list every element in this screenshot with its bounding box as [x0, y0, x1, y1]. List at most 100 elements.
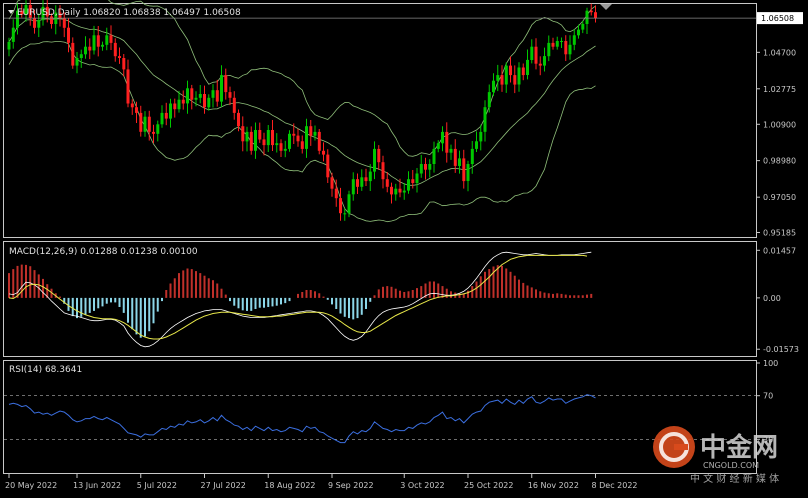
- candle-body: [152, 131, 155, 134]
- candle-body: [313, 131, 317, 136]
- candle-body: [585, 10, 589, 24]
- candle-body: [334, 188, 338, 199]
- candle-body: [237, 112, 240, 127]
- candle-body: [500, 75, 504, 85]
- candle-body: [368, 171, 372, 182]
- candle-body: [373, 148, 376, 172]
- candle-body: [160, 112, 164, 125]
- candle-body: [496, 75, 500, 81]
- price-tick-label: 1.02775: [763, 85, 796, 94]
- rsi-tick-label: 70: [763, 392, 773, 401]
- candle-body: [343, 213, 347, 215]
- candle-body: [560, 41, 563, 42]
- candle-body: [453, 148, 457, 166]
- date-tick-label: 27 Jul 2022: [201, 481, 246, 490]
- candle-body: [487, 92, 491, 108]
- date-tick-label: 3 Oct 2022: [400, 481, 444, 490]
- candle-body: [101, 44, 104, 47]
- candle-body: [279, 143, 283, 151]
- candle-body: [164, 112, 168, 119]
- candle-body: [156, 124, 160, 134]
- candle-body: [177, 99, 181, 110]
- candle-body: [594, 12, 597, 19]
- candle-body: [415, 173, 419, 183]
- date-tick-label: 25 Oct 2022: [464, 481, 513, 490]
- candle-body: [547, 42, 551, 57]
- candle-body: [513, 75, 517, 85]
- candle-body: [288, 133, 291, 149]
- candle-body: [266, 130, 270, 146]
- date-tick-label: 20 May 2022: [5, 481, 57, 490]
- date-tick-label: 16 Nov 2022: [528, 481, 579, 490]
- candle-body: [143, 116, 147, 132]
- candle-body: [75, 58, 79, 66]
- candle-body: [105, 35, 109, 45]
- macd-tick-label: 0.00: [763, 294, 781, 303]
- rsi-tick-label: 100: [763, 359, 778, 368]
- candle-body: [394, 188, 398, 195]
- candle-body: [258, 130, 262, 140]
- candle-body: [538, 63, 542, 66]
- candle-body: [173, 103, 177, 110]
- candle-body: [254, 130, 257, 151]
- candle-body: [432, 148, 436, 164]
- watermark-brand: 中金网: [700, 432, 778, 463]
- candle-body: [224, 75, 228, 93]
- candle-body: [228, 92, 232, 98]
- watermark-tagline: 中 文 财 经 新 媒 体: [690, 472, 779, 485]
- macd-tick-label: 0.01457: [763, 246, 796, 255]
- candle-body: [249, 131, 253, 151]
- candle-body: [483, 107, 487, 132]
- date-tick-label: 18 Aug 2022: [264, 481, 315, 490]
- candle-body: [118, 56, 121, 58]
- candle-body: [449, 148, 453, 153]
- candle-body: [377, 148, 381, 163]
- candle-body: [169, 103, 172, 119]
- candle-body: [300, 141, 304, 149]
- candle-body: [351, 179, 355, 195]
- candle-body: [181, 99, 185, 104]
- candle-body: [458, 158, 461, 166]
- candle-body: [419, 164, 423, 174]
- candle-body: [517, 67, 521, 85]
- price-tick-label: 1.00900: [763, 120, 796, 129]
- candle-body: [317, 131, 321, 151]
- rsi-panel-title: RSI(14) 68.3641: [9, 365, 82, 375]
- candle-body: [215, 90, 219, 102]
- macd-panel-title: MACD(12,26,9) 0.01288 0.01238 0.00100: [9, 247, 198, 257]
- candle-body: [330, 177, 334, 189]
- candle-body: [339, 198, 342, 214]
- candle-body: [402, 190, 406, 193]
- candle-body: [398, 188, 402, 193]
- candle-body: [385, 179, 389, 187]
- candle-body: [521, 67, 525, 76]
- candle: [317, 129, 321, 155]
- candle-body: [96, 35, 100, 47]
- candle-body: [572, 35, 576, 45]
- candle-body: [207, 97, 211, 108]
- candle-body: [62, 18, 66, 28]
- candle-body: [220, 75, 223, 102]
- candle-body: [7, 41, 11, 50]
- trading-chart[interactable]: 0.95185 0.97050 0.98980 1.00900 1.02775 1.047…: [0, 0, 808, 498]
- candle-body: [232, 97, 236, 113]
- candle-body: [470, 148, 474, 164]
- current-price-label: 1.06508: [761, 14, 794, 23]
- candle-body: [424, 164, 427, 170]
- candle-body: [462, 158, 466, 182]
- macd-tick-label: -0.01573: [763, 345, 799, 354]
- candle-body: [390, 186, 393, 195]
- candle-body: [543, 56, 546, 66]
- candle-body: [194, 97, 198, 100]
- candle-body: [113, 42, 117, 57]
- candle-body: [411, 179, 415, 183]
- date-tick-label: 9 Sep 2022: [328, 481, 374, 490]
- candle-body: [67, 27, 70, 43]
- candle-body: [241, 126, 245, 142]
- candle-body: [88, 46, 92, 51]
- candle-body: [322, 150, 325, 155]
- price-panel-title: EURUSD,Daily 1.06820 1.06838 1.06497 1.0…: [17, 8, 241, 18]
- candle-body: [186, 88, 189, 104]
- candle-body: [296, 135, 300, 142]
- candle-body: [190, 88, 194, 100]
